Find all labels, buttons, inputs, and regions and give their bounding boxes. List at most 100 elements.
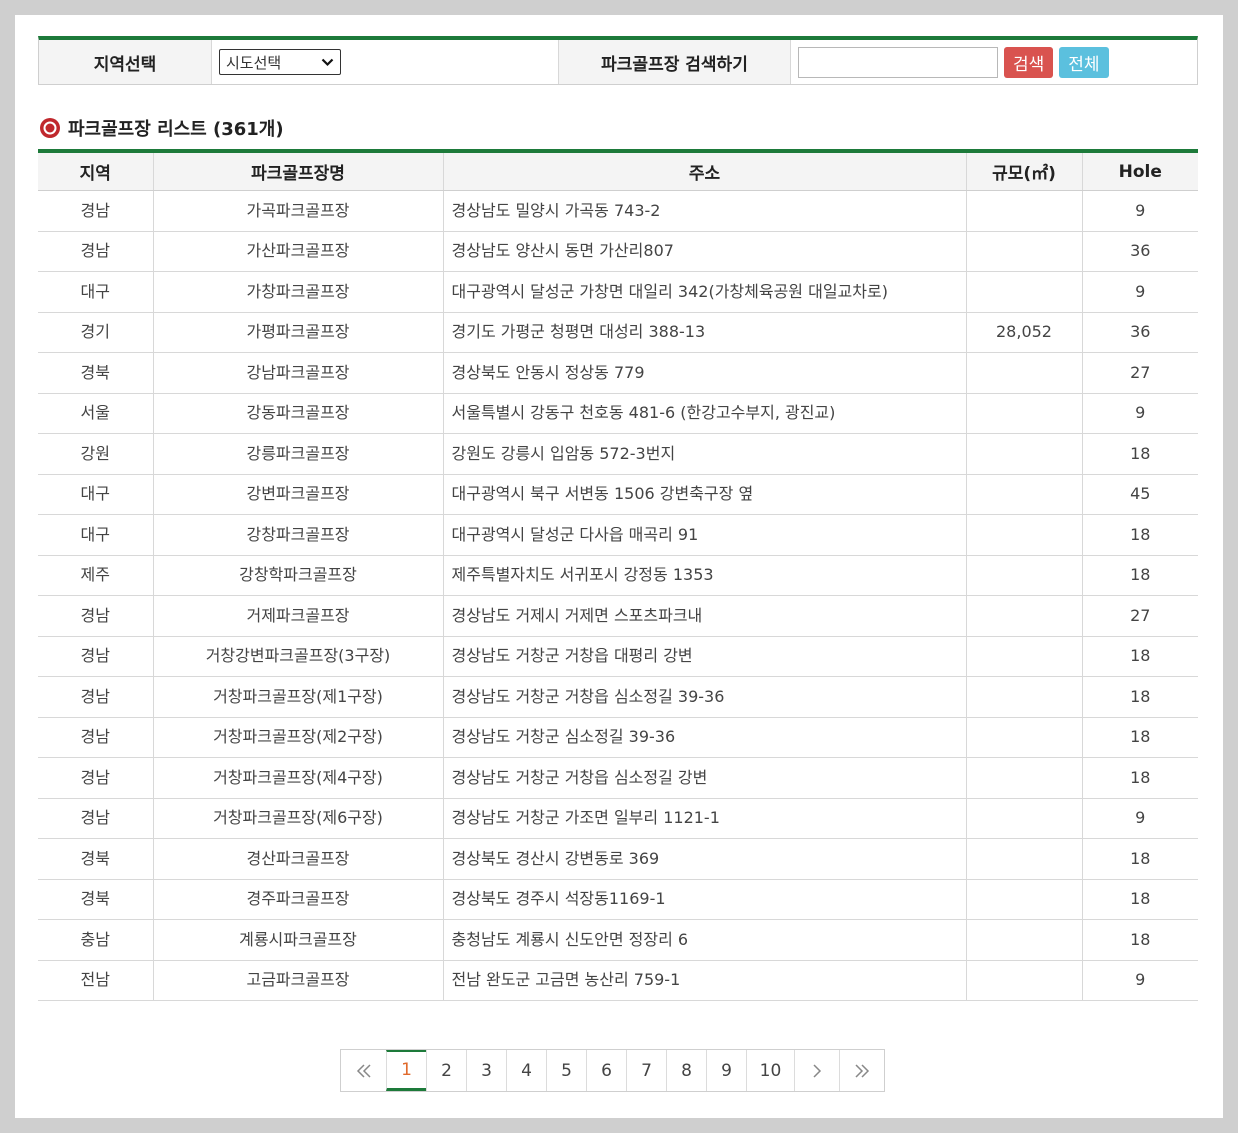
cell-size	[965, 190, 1082, 232]
cell-name: 계룡시파크골프장	[152, 919, 443, 961]
table-row: 경남 거창파크골프장(제6구장) 경상남도 거창군 가조면 일부리 1121-1 9	[38, 798, 1198, 839]
cell-hole: 18	[1081, 879, 1198, 920]
search-bar: 지역선택 시도선택 파크골프장 검색하기 검색 전체	[38, 36, 1198, 85]
cell-name: 거제파크골프장	[152, 595, 443, 637]
page-1[interactable]: 1	[386, 1050, 426, 1091]
list-title-text: 파크골프장 리스트 (361개)	[68, 119, 284, 140]
cell-size	[965, 393, 1082, 434]
cell-address: 경상북도 안동시 정상동 779	[442, 352, 966, 394]
chevron-down-icon	[321, 58, 334, 67]
cell-name: 고금파크골프장	[152, 960, 443, 1001]
cell-name: 거창파크골프장(제2구장)	[152, 717, 443, 758]
table-header-row: 지역 파크골프장명 주소 규모(㎡) Hole	[38, 151, 1198, 191]
bullet-icon	[40, 118, 60, 138]
page-10[interactable]: 10	[746, 1050, 794, 1091]
cell-name: 가평파크골프장	[152, 312, 443, 353]
cell-address: 경상북도 경산시 강변동로 369	[442, 838, 966, 880]
cell-address: 경상남도 거제시 거제면 스포츠파크내	[442, 595, 966, 637]
cell-name: 가창파크골프장	[152, 271, 443, 313]
cell-address: 강원도 강릉시 입암동 572-3번지	[442, 433, 966, 475]
cell-region: 제주	[38, 555, 153, 596]
cell-hole: 18	[1081, 676, 1198, 718]
cell-hole: 18	[1081, 757, 1198, 799]
cell-region: 경남	[38, 595, 153, 637]
page-4[interactable]: 4	[506, 1050, 546, 1091]
cell-address: 경상남도 거창군 심소정길 39-36	[442, 717, 966, 758]
cell-region: 경남	[38, 676, 153, 718]
page-5[interactable]: 5	[546, 1050, 586, 1091]
cell-region: 경남	[38, 717, 153, 758]
cell-name: 강릉파크골프장	[152, 433, 443, 475]
chevron-right-icon	[813, 1063, 822, 1078]
cell-address: 경기도 가평군 청평면 대성리 388-13	[442, 312, 966, 353]
cell-region: 경북	[38, 352, 153, 394]
table-row: 충남 계룡시파크골프장 충청남도 계룡시 신도안면 정장리 6 18	[38, 919, 1198, 961]
cell-size	[965, 879, 1082, 920]
cell-hole: 18	[1081, 555, 1198, 596]
table-row: 경남 거창파크골프장(제2구장) 경상남도 거창군 심소정길 39-36 18	[38, 717, 1198, 758]
page-3[interactable]: 3	[466, 1050, 506, 1091]
header-size: 규모(㎡)	[965, 151, 1082, 191]
cell-hole: 18	[1081, 717, 1198, 758]
cell-name: 경산파크골프장	[152, 838, 443, 880]
cell-hole: 18	[1081, 838, 1198, 880]
next-page-button[interactable]	[794, 1050, 839, 1091]
search-label: 파크골프장 검색하기	[559, 40, 791, 84]
first-page-button[interactable]	[341, 1050, 386, 1091]
table-row: 경남 가곡파크골프장 경상남도 밀양시 가곡동 743-2 9	[38, 190, 1198, 232]
cell-region: 경남	[38, 757, 153, 799]
cell-region: 대구	[38, 514, 153, 556]
cell-size	[965, 960, 1082, 1001]
region-select-value: 시도선택	[226, 53, 282, 72]
cell-address: 충청남도 계룡시 신도안면 정장리 6	[442, 919, 966, 961]
cell-name: 강창학파크골프장	[152, 555, 443, 596]
cell-hole: 18	[1081, 636, 1198, 677]
header-name: 파크골프장명	[152, 151, 443, 191]
cell-address: 대구광역시 달성군 가창면 대일리 342(가창체육공원 대일교차로)	[442, 271, 966, 313]
double-chevron-left-icon	[356, 1063, 371, 1078]
table-row: 경북 경산파크골프장 경상북도 경산시 강변동로 369 18	[38, 838, 1198, 880]
cell-region: 경남	[38, 231, 153, 272]
page-7[interactable]: 7	[626, 1050, 666, 1091]
cell-hole: 9	[1081, 960, 1198, 1001]
search-button[interactable]: 검색	[1004, 46, 1054, 78]
cell-size	[965, 231, 1082, 272]
cell-region: 서울	[38, 393, 153, 434]
cell-hole: 36	[1081, 231, 1198, 272]
table-row: 경남 가산파크골프장 경상남도 양산시 동면 가산리807 36	[38, 231, 1198, 272]
page-2[interactable]: 2	[426, 1050, 466, 1091]
page-9[interactable]: 9	[706, 1050, 746, 1091]
cell-address: 경상북도 경주시 석장동1169-1	[442, 879, 966, 920]
table-row: 경남 거제파크골프장 경상남도 거제시 거제면 스포츠파크내 27	[38, 595, 1198, 637]
region-select-cell: 시도선택	[212, 40, 559, 84]
cell-address: 경상남도 거창군 거창읍 심소정길 강변	[442, 757, 966, 799]
cell-name: 가곡파크골프장	[152, 190, 443, 232]
cell-size	[965, 919, 1082, 961]
cell-hole: 18	[1081, 433, 1198, 475]
search-input[interactable]	[798, 46, 998, 78]
table-row: 대구 강변파크골프장 대구광역시 북구 서변동 1506 강변축구장 옆 45	[38, 474, 1198, 515]
region-select[interactable]: 시도선택	[219, 49, 341, 75]
table-row: 경기 가평파크골프장 경기도 가평군 청평면 대성리 388-13 28,052 36	[38, 312, 1198, 353]
page-6[interactable]: 6	[586, 1050, 626, 1091]
cell-address: 경상남도 양산시 동면 가산리807	[442, 231, 966, 272]
cell-name: 거창파크골프장(제1구장)	[152, 676, 443, 718]
cell-hole: 9	[1081, 393, 1198, 434]
cell-hole: 36	[1081, 312, 1198, 353]
cell-name: 거창강변파크골프장(3구장)	[152, 636, 443, 677]
cell-region: 경기	[38, 312, 153, 353]
cell-name: 거창파크골프장(제6구장)	[152, 798, 443, 839]
all-button[interactable]: 전체	[1059, 46, 1109, 78]
table-row: 대구 강창파크골프장 대구광역시 달성군 다사읍 매곡리 91 18	[38, 514, 1198, 556]
page-8[interactable]: 8	[666, 1050, 706, 1091]
cell-size	[965, 757, 1082, 799]
cell-hole: 9	[1081, 190, 1198, 232]
cell-region: 강원	[38, 433, 153, 475]
cell-name: 강동파크골프장	[152, 393, 443, 434]
table-row: 경남 거창파크골프장(제1구장) 경상남도 거창군 거창읍 심소정길 39-36 18	[38, 676, 1198, 718]
cell-region: 경남	[38, 798, 153, 839]
cell-size	[965, 838, 1082, 880]
cell-region: 경남	[38, 190, 153, 232]
last-page-button[interactable]	[839, 1050, 884, 1091]
cell-size	[965, 514, 1082, 556]
